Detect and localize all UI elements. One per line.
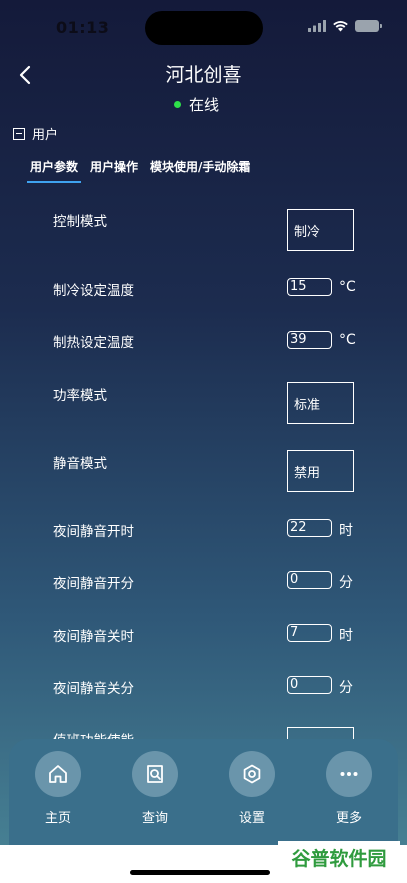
section-label: 用户 bbox=[32, 128, 59, 143]
mute-mode-select[interactable]: 禁用 bbox=[287, 450, 354, 492]
param-label: 静音模式 bbox=[53, 456, 107, 472]
bottom-nav: 主页 查询 设置 更多 bbox=[9, 739, 398, 845]
tab-user-operations[interactable]: 用户操作 bbox=[87, 158, 141, 183]
param-label: 控制模式 bbox=[53, 214, 107, 230]
home-indicator bbox=[130, 870, 270, 875]
unit-label: 分 bbox=[339, 680, 353, 696]
signal-icon bbox=[308, 20, 326, 32]
search-doc-icon bbox=[147, 765, 163, 783]
online-status-text: 在线 bbox=[188, 96, 219, 114]
night-mute-on-hour-input[interactable]: 22 bbox=[287, 519, 332, 537]
collapse-icon bbox=[13, 127, 25, 140]
param-label: 制热设定温度 bbox=[53, 335, 134, 351]
section-header-user[interactable]: 用户 bbox=[13, 124, 58, 143]
nav-home[interactable]: 主页 bbox=[28, 751, 88, 826]
tab-bar: 用户参数 用户操作 模块使用/手动除霜 bbox=[27, 158, 253, 183]
nav-home-label: 主页 bbox=[44, 811, 71, 826]
unit-label: °C bbox=[339, 279, 356, 295]
nav-query-button[interactable] bbox=[132, 751, 178, 797]
online-status: 在线 bbox=[0, 94, 407, 115]
unit-label: °C bbox=[339, 332, 356, 348]
status-icons bbox=[308, 20, 382, 32]
more-dots-icon bbox=[340, 772, 358, 776]
unit-label: 时 bbox=[339, 628, 353, 644]
wifi-icon bbox=[333, 21, 348, 32]
param-label: 夜间静音开分 bbox=[53, 576, 134, 592]
nav-more-button[interactable] bbox=[326, 751, 372, 797]
param-label: 夜间静音开时 bbox=[53, 524, 134, 540]
nav-home-button[interactable] bbox=[35, 751, 81, 797]
home-icon bbox=[49, 765, 67, 783]
param-label: 制冷设定温度 bbox=[53, 283, 134, 299]
night-mute-off-min-input[interactable]: 0 bbox=[287, 676, 332, 694]
control-mode-select[interactable]: 制冷 bbox=[287, 209, 354, 251]
night-mute-on-min-input[interactable]: 0 bbox=[287, 571, 332, 589]
nav-more[interactable]: 更多 bbox=[319, 751, 379, 826]
nav-settings-label: 设置 bbox=[238, 811, 265, 826]
nav-query[interactable]: 查询 bbox=[125, 751, 185, 826]
nav-settings[interactable]: 设置 bbox=[222, 751, 282, 826]
online-dot-icon bbox=[173, 101, 181, 108]
unit-label: 分 bbox=[339, 575, 353, 591]
tab-module-defrost[interactable]: 模块使用/手动除霜 bbox=[147, 158, 253, 183]
night-mute-off-hour-input[interactable]: 7 bbox=[287, 624, 332, 642]
param-label: 夜间静音关时 bbox=[53, 629, 134, 645]
cool-temp-input[interactable]: 15 bbox=[287, 278, 332, 296]
status-bar: 01:13 bbox=[0, 0, 407, 56]
page-title: 河北创喜 bbox=[165, 64, 242, 86]
battery-icon bbox=[355, 20, 382, 32]
param-label: 夜间静音关分 bbox=[53, 681, 134, 697]
power-mode-select[interactable]: 标准 bbox=[287, 382, 354, 424]
nav-more-label: 更多 bbox=[335, 811, 362, 826]
gear-icon bbox=[243, 764, 261, 784]
nav-query-label: 查询 bbox=[141, 811, 168, 826]
status-time: 01:13 bbox=[56, 18, 110, 37]
nav-settings-button[interactable] bbox=[229, 751, 275, 797]
watermark-logo: 谷普软件园 bbox=[278, 841, 400, 874]
param-label: 功率模式 bbox=[53, 388, 107, 404]
unit-label: 时 bbox=[339, 523, 353, 539]
tab-user-params[interactable]: 用户参数 bbox=[27, 158, 82, 183]
dynamic-island bbox=[145, 11, 263, 45]
heat-temp-input[interactable]: 39 bbox=[287, 331, 332, 349]
